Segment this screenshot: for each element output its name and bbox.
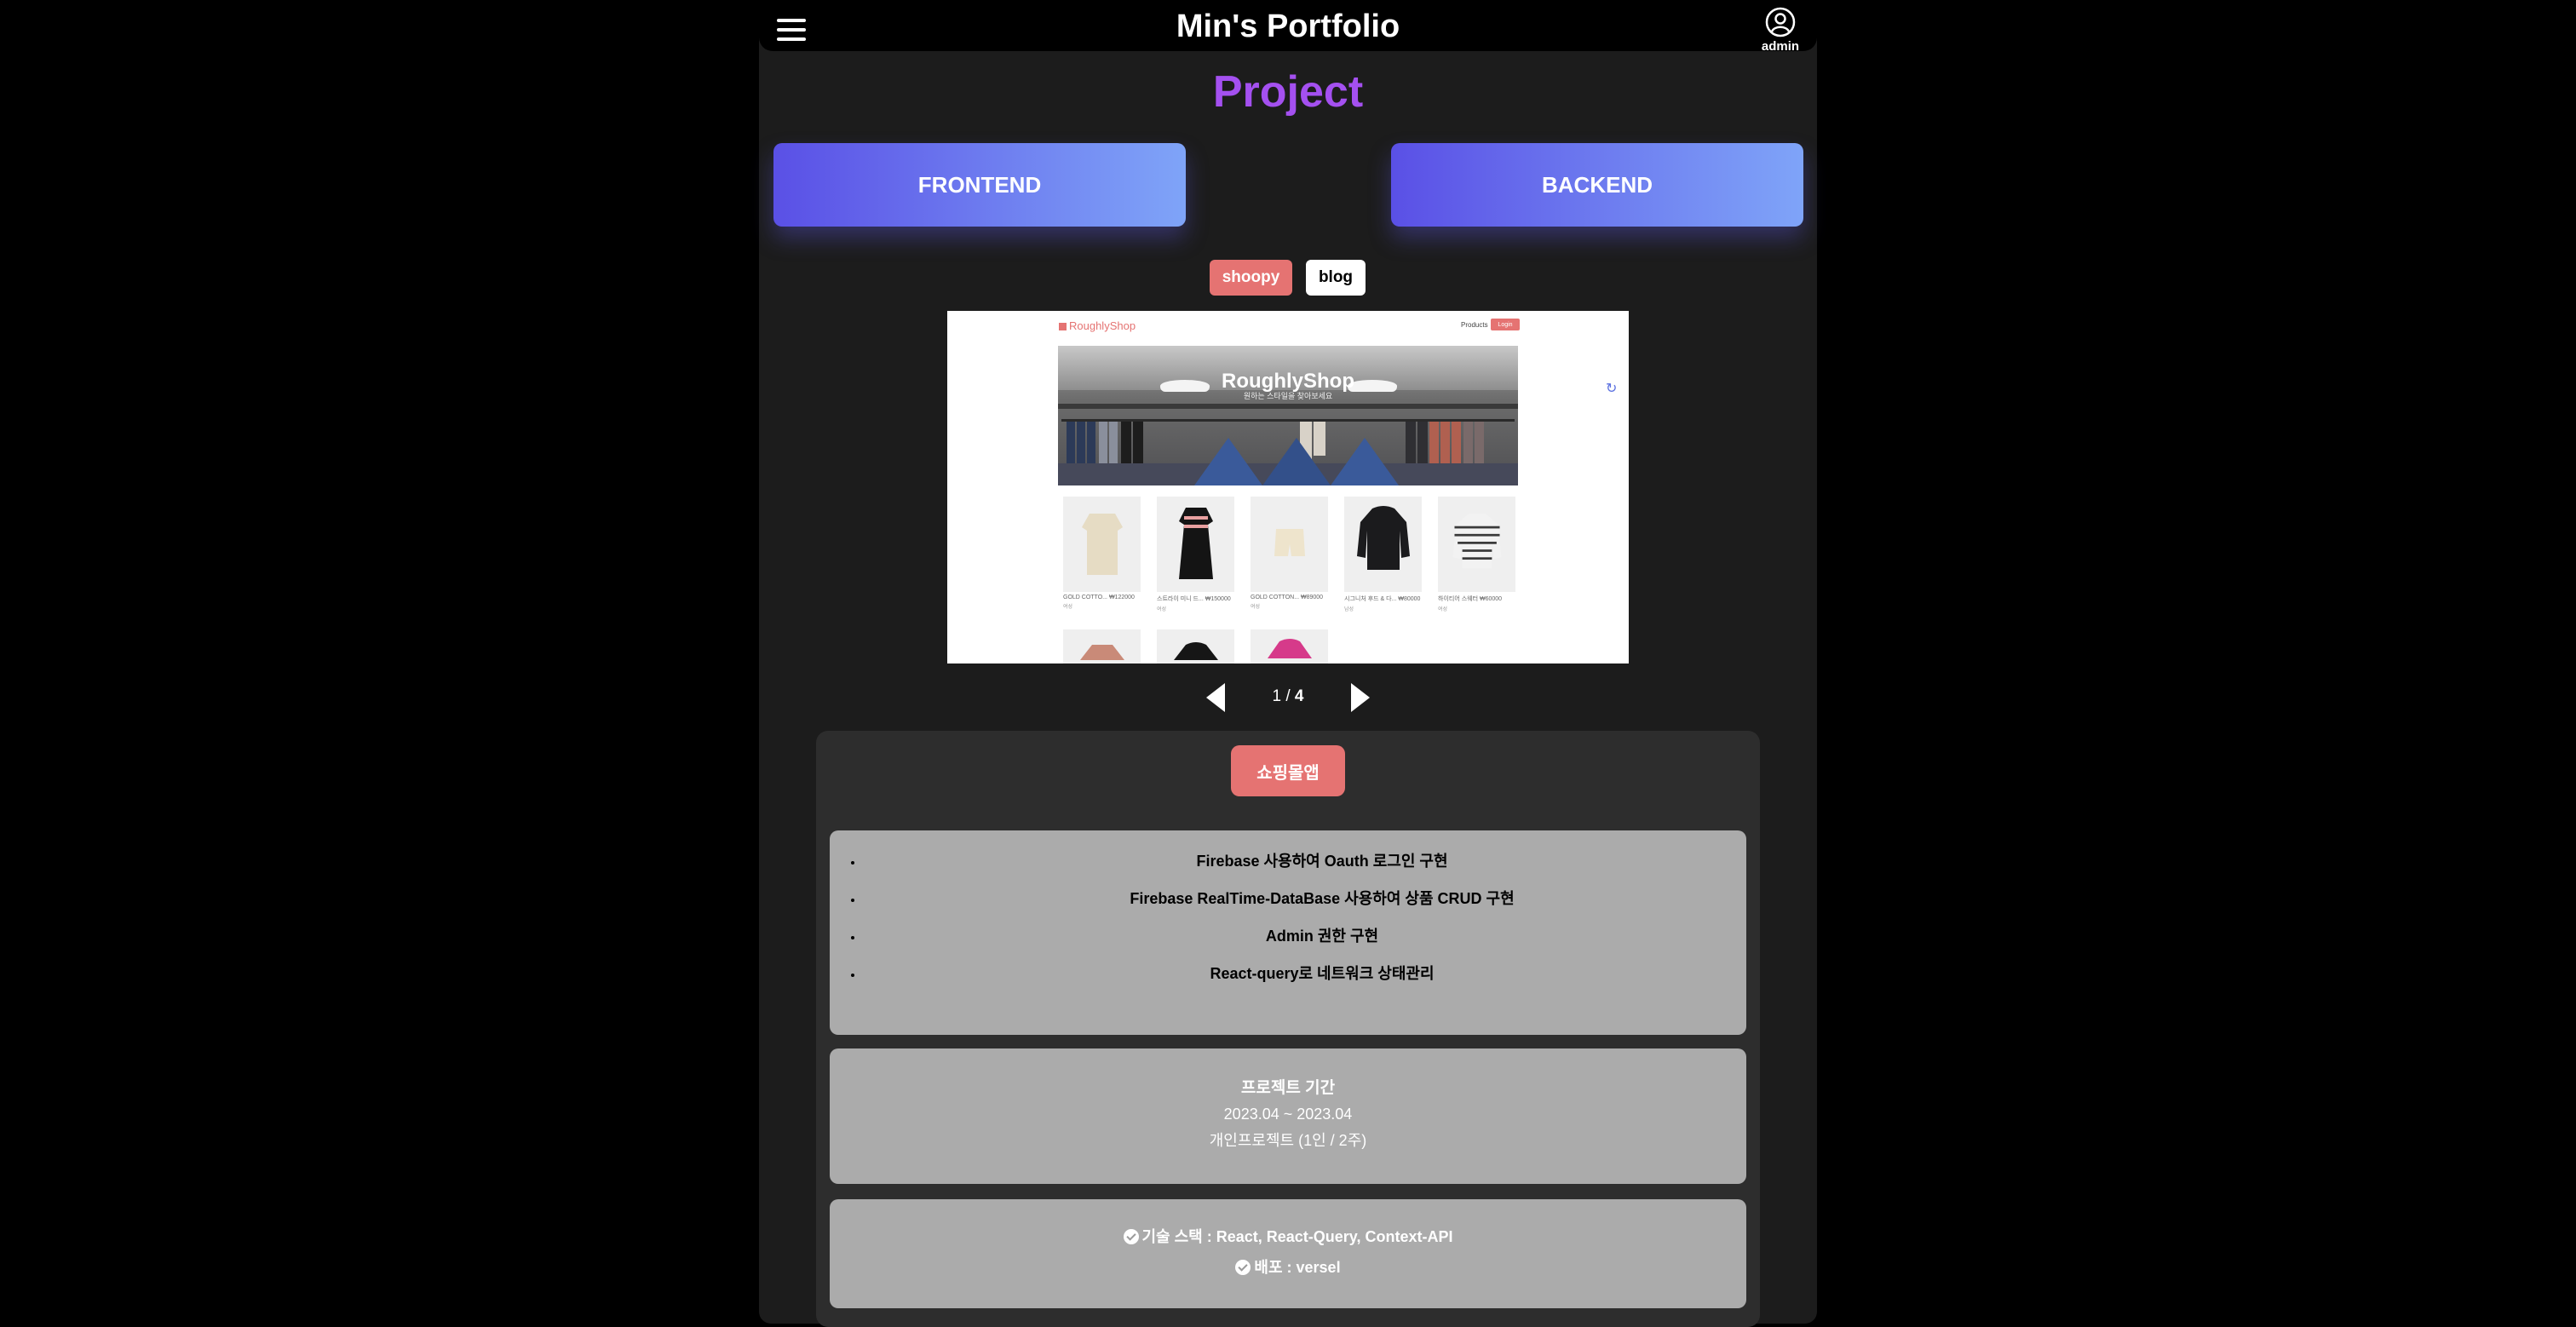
preview-product-card: GOLD COTTO... ₩122000 여성 (1063, 497, 1141, 616)
feature-list: Firebase 사용하여 Oauth 로그인 구현 Firebase Real… (830, 842, 1780, 992)
product-price: ₩150000 (1205, 596, 1231, 602)
preview-product-card (1063, 629, 1141, 664)
preview-product-card (1157, 629, 1234, 664)
tech-stack-text: 기술 스택 : React, React-Query, Context-API (1141, 1228, 1453, 1245)
backend-category-button[interactable]: BACKEND (1391, 143, 1803, 227)
page-current: 1 (1272, 687, 1282, 705)
preview-product-card (1251, 629, 1328, 664)
product-price: ₩122000 (1108, 595, 1135, 600)
tech-stack-panel: 기술 스택 : React, React-Query, Context-API … (830, 1199, 1746, 1308)
preview-login-button: Login (1491, 319, 1520, 330)
preview-pager: 1 / 4 (1201, 680, 1375, 715)
preview-banner-subtitle: 원하는 스타일을 찾아보세요 (1243, 392, 1333, 400)
project-name-badge: 쇼핑몰앱 (1231, 745, 1345, 796)
deploy-text: 배포 : versel (1254, 1259, 1341, 1276)
project-chip-blog[interactable]: blog (1306, 260, 1366, 296)
product-name: 스트라이 미니 드... (1157, 596, 1204, 602)
brand-title: Min's Portfolio (1176, 9, 1400, 44)
page-title: Project (1212, 67, 1364, 117)
user-circle-icon (1765, 7, 1796, 37)
preview-product-card: GOLD COTTON... ₩89000 여성 (1251, 497, 1328, 616)
preview-product-card: 시그니처 후드 & 다... ₩80000 남성 (1344, 497, 1422, 616)
product-price: ₩89000 (1301, 595, 1324, 600)
period-note: 개인프로젝트 (1인 / 2주) (1209, 1132, 1367, 1149)
page-separator: / (1285, 687, 1291, 705)
product-name: GOLD COTTON... (1251, 595, 1300, 600)
page-total: 4 (1294, 687, 1304, 705)
deploy-row: 배포 : versel (830, 1255, 1746, 1278)
product-price: ₩80000 (1398, 596, 1421, 602)
hamburger-menu-icon[interactable] (777, 19, 806, 41)
shop-bag-icon (1059, 323, 1067, 331)
product-tag: 여성 (1251, 605, 1261, 610)
prev-arrow-icon[interactable] (1206, 683, 1225, 712)
period-title: 프로젝트 기간 (1240, 1079, 1336, 1097)
preview-product-card: 스트라이 미니 드... ₩150000 여성 (1157, 497, 1234, 616)
period-range: 2023.04 ~ 2023.04 (1223, 1106, 1353, 1123)
preview-shop-logo: RoughlyShop (1059, 319, 1136, 332)
next-arrow-icon[interactable] (1351, 683, 1370, 712)
preview-logo-text: RoughlyShop (1069, 319, 1136, 332)
preview-nav-products: Products (1461, 321, 1488, 329)
check-circle-icon (1235, 1260, 1251, 1275)
project-preview-image: RoughlyShop Products Login ↻ RoughlyShop… (947, 311, 1629, 664)
project-chip-shoopy[interactable]: shoopy (1210, 260, 1292, 296)
feature-item: Firebase RealTime-DataBase 사용하여 상품 CRUD … (864, 880, 1780, 917)
product-tag: 여성 (1063, 605, 1073, 610)
feature-item: Admin 권한 구현 (864, 917, 1780, 955)
product-name: 하이티어 스웨터 (1438, 596, 1479, 602)
product-tag: 남성 (1344, 607, 1354, 612)
feature-item: React-query로 네트워크 상태관리 (864, 955, 1780, 992)
product-name: 시그니처 후드 & 다... (1344, 596, 1397, 602)
tech-stack-row: 기술 스택 : React, React-Query, Context-API (830, 1225, 1746, 1247)
product-tag: 여성 (1157, 607, 1167, 612)
page-counter: 1 / 4 (1244, 687, 1332, 706)
preview-product-card: 하이티어 스웨터 ₩60000 여성 (1438, 497, 1515, 616)
user-label: admin (1761, 39, 1800, 54)
check-circle-icon (1123, 1229, 1139, 1244)
feature-item: Firebase 사용하여 Oauth 로그인 구현 (864, 842, 1780, 880)
refresh-icon: ↻ (1606, 382, 1618, 396)
user-account-button[interactable]: admin (1760, 7, 1801, 54)
product-tag: 여성 (1438, 607, 1448, 612)
preview-banner: RoughlyShop 원하는 스타일을 찾아보세요 (1058, 346, 1518, 485)
product-name: GOLD COTTO... (1063, 595, 1107, 600)
period-panel: 프로젝트 기간 2023.04 ~ 2023.04 개인프로젝트 (1인 / 2… (830, 1048, 1746, 1184)
features-panel: Firebase 사용하여 Oauth 로그인 구현 Firebase Real… (830, 830, 1746, 1035)
frontend-category-button[interactable]: FRONTEND (773, 143, 1186, 227)
product-price: ₩60000 (1479, 596, 1503, 602)
